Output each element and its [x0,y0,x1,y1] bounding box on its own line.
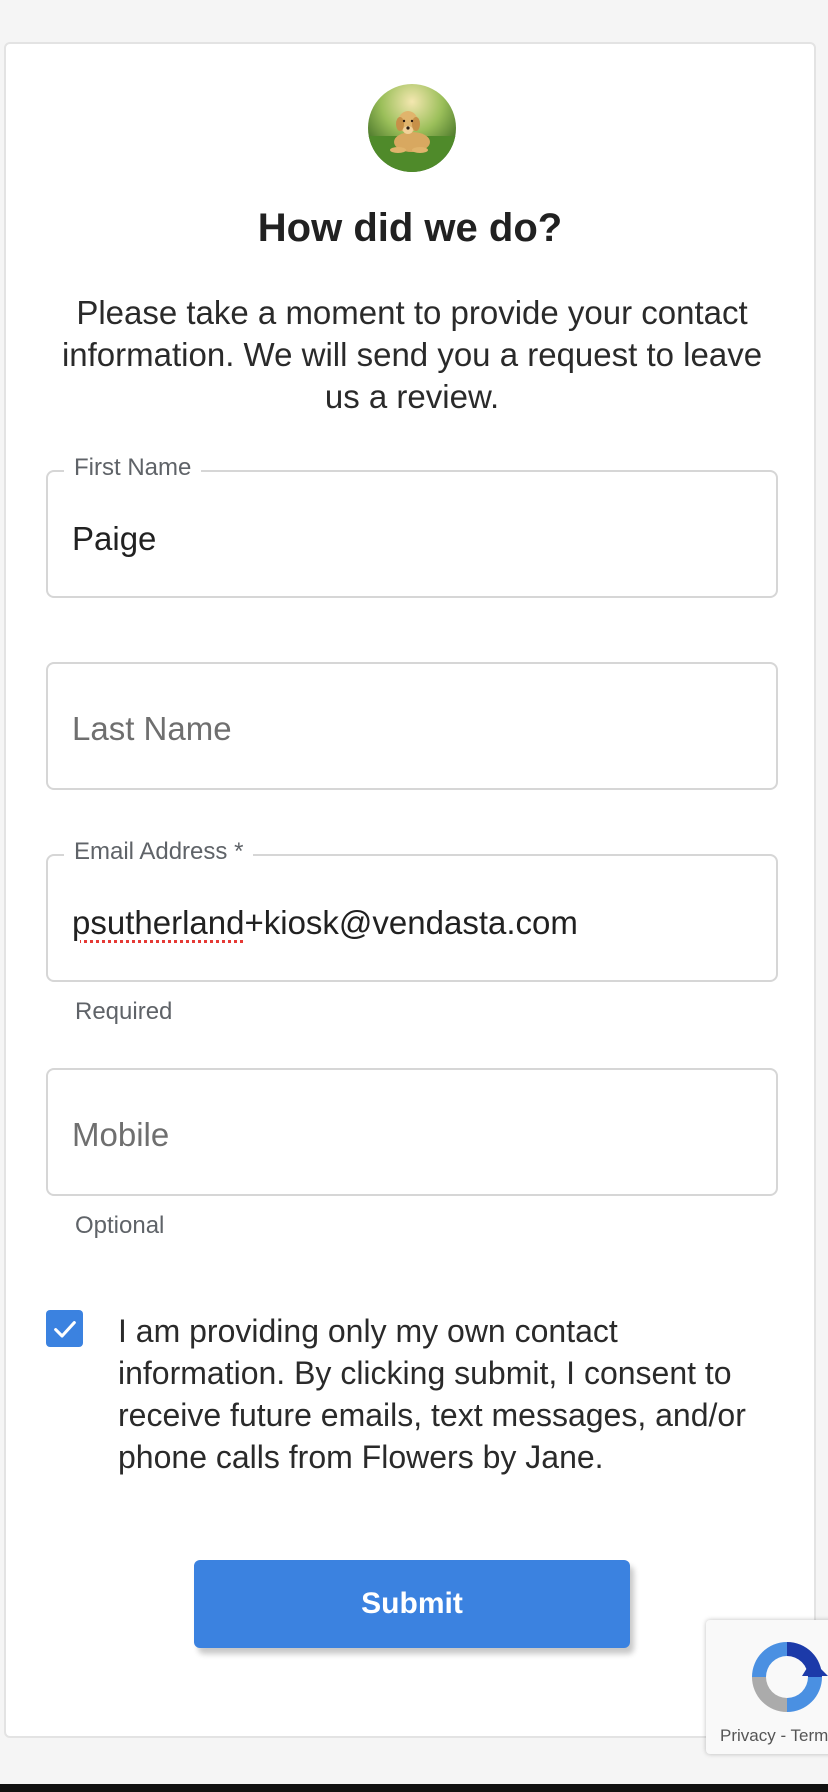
email-field[interactable]: Email Address * psutherland+kiosk@vendas… [46,838,778,982]
review-form-card: How did we do? Please take a moment to p… [4,42,816,1738]
email-hint: Required [75,998,173,1025]
mobile-placeholder: Mobile [72,1116,170,1153]
mobile-hint: Optional [75,1212,165,1239]
recaptcha-logo-icon [752,1642,828,1712]
email-value-misspelled: psutherland [72,904,245,941]
consent-text: I am providing only my own contact infor… [118,1313,746,1475]
intro-text: Please take a moment to provide your con… [61,294,763,415]
first-name-value[interactable]: Paige [72,520,156,558]
first-name-label: First Name [64,454,202,482]
checkmark-icon [53,1320,76,1338]
last-name-placeholder: Last Name [72,710,232,747]
first-name-field[interactable]: First Name Paige [46,454,778,598]
business-avatar [368,84,456,172]
email-value-rest: +kiosk@vendasta.com [244,904,578,941]
submit-button[interactable]: Submit [194,1560,630,1648]
mobile-field[interactable]: Mobile [46,1068,778,1196]
email-label: Email Address * [64,838,254,866]
recaptcha-links[interactable]: Privacy - Terms [720,1726,828,1746]
dog-photo-icon [368,84,456,172]
page-title: How did we do? [257,206,563,250]
last-name-field[interactable]: Last Name [46,662,778,790]
email-value[interactable]: psutherland+kiosk@vendasta.com [72,904,578,942]
recaptcha-badge[interactable]: Privacy - Terms [706,1620,828,1754]
consent-checkbox[interactable] [46,1310,83,1347]
bottom-system-bar [0,1784,828,1792]
